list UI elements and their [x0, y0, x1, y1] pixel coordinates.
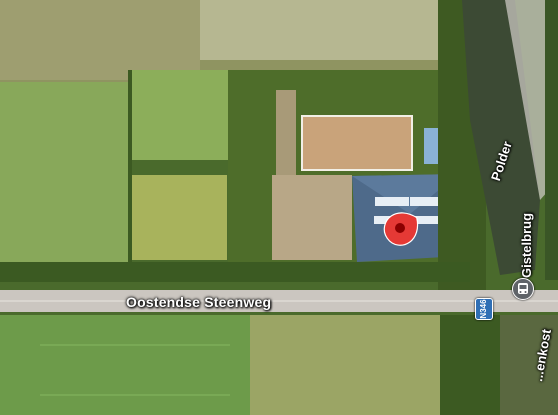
field-west	[0, 82, 128, 280]
road-label-oostendse-steenweg: Oostendse Steenweg	[126, 294, 272, 310]
riding-arena	[301, 115, 413, 171]
bus-stop-icon[interactable]	[512, 278, 534, 300]
location-pin-icon[interactable]	[380, 208, 424, 248]
sand-area	[272, 175, 352, 260]
map-canvas[interactable]: Oostendse Steenweg Polder Gistelbrug ...…	[0, 0, 558, 415]
road-label-gistelbrug: Gistelbrug	[519, 212, 534, 278]
satellite-imagery	[0, 0, 558, 415]
field-striped	[132, 175, 227, 260]
field-south-west	[0, 315, 250, 415]
field-south	[250, 315, 455, 415]
field-middle	[128, 70, 228, 160]
route-shield-n346: N346	[475, 298, 493, 320]
